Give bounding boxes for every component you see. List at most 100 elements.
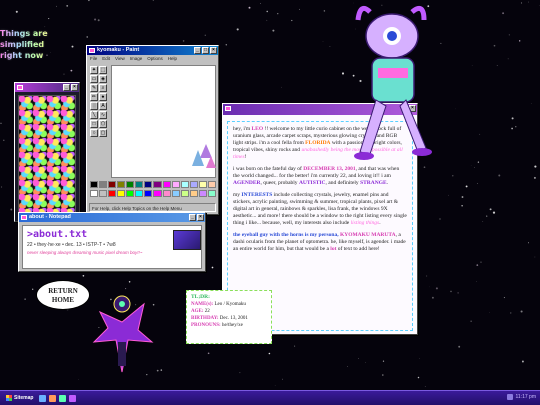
text-run: , and definitely — [325, 180, 361, 186]
menu-help[interactable]: Help — [168, 56, 177, 62]
star — [156, 369, 159, 372]
palette-swatch[interactable] — [162, 181, 171, 188]
star — [498, 174, 501, 177]
star — [88, 0, 90, 2]
notepad-taskbar-icon[interactable] — [59, 394, 67, 402]
palette-swatch[interactable] — [117, 181, 126, 188]
select-icon[interactable]: ⬚ — [99, 66, 107, 74]
paint-canvas[interactable] — [111, 65, 216, 178]
palette-swatch[interactable] — [99, 189, 108, 197]
paint-taskbar-icon[interactable] — [49, 394, 57, 402]
line-icon[interactable]: ╲ — [90, 111, 98, 119]
paint-icon — [89, 48, 95, 53]
paint-window[interactable]: kyomaku - Paint _ □ × File Edit View Ima… — [86, 45, 219, 215]
close-button[interactable]: × — [197, 214, 204, 221]
palette-swatch[interactable] — [144, 181, 153, 188]
star — [32, 288, 34, 290]
maximize-button[interactable]: □ — [202, 47, 209, 54]
star — [447, 194, 449, 196]
palette-swatch[interactable] — [99, 181, 108, 188]
return-home-line1: RETURN — [48, 287, 78, 295]
notepad-window[interactable]: about - Notepad _ × >about.txt 22 • they… — [18, 212, 206, 272]
minimize-button[interactable]: _ — [189, 214, 196, 221]
star — [511, 117, 514, 120]
jester-character-illustration — [92, 295, 154, 373]
palette-swatch[interactable] — [126, 181, 135, 188]
star — [236, 28, 239, 31]
palette-swatch[interactable] — [171, 189, 180, 197]
tldr-row: NAME(s): Leo / Kyomaku — [191, 301, 267, 308]
globe-icon[interactable] — [69, 394, 77, 402]
eraser-icon[interactable]: ▭ — [90, 75, 98, 83]
palette-swatch[interactable] — [207, 181, 216, 188]
photo-window-titlebar[interactable]: _ × — [15, 83, 79, 92]
start-button[interactable]: Sitemap — [3, 394, 36, 402]
pencil-icon[interactable]: ✏ — [90, 93, 98, 101]
polygon-icon[interactable]: ⬠ — [99, 120, 107, 128]
palette-swatch[interactable] — [108, 181, 117, 188]
fill-icon[interactable]: ◈ — [99, 75, 107, 83]
airbrush-icon[interactable]: ░ — [90, 102, 98, 110]
palette-swatch[interactable] — [180, 181, 189, 188]
minimize-button[interactable]: _ — [63, 84, 70, 91]
photo-window[interactable]: _ × — [14, 82, 80, 222]
text-icon[interactable]: A — [99, 102, 107, 110]
palette-swatch[interactable] — [189, 189, 198, 197]
palette-swatch[interactable] — [144, 189, 153, 197]
star — [419, 358, 420, 359]
close-button[interactable]: × — [71, 84, 78, 91]
folder-icon[interactable] — [39, 394, 47, 402]
palette-swatch[interactable] — [171, 181, 180, 188]
palette-swatch[interactable] — [135, 189, 144, 197]
star — [86, 36, 88, 38]
palette-swatch[interactable] — [90, 189, 99, 197]
picker-icon[interactable]: ✎ — [90, 84, 98, 92]
paint-titlebar[interactable]: kyomaku - Paint _ □ × — [87, 46, 218, 55]
palette-swatch[interactable] — [207, 189, 216, 197]
menu-edit[interactable]: Edit — [102, 56, 110, 62]
star — [511, 127, 513, 130]
highlighted-text: LEO — [251, 126, 264, 132]
tldr-value: 22 — [204, 309, 210, 314]
tldr-value: Leo / Kyomaku — [214, 302, 246, 307]
palette-swatch[interactable] — [198, 189, 207, 197]
star — [510, 312, 512, 314]
rectangle-icon[interactable]: □ — [90, 120, 98, 128]
brush-icon[interactable]: ♠ — [99, 93, 107, 101]
rounded-rect-icon[interactable]: ▢ — [99, 129, 107, 137]
header-line-1: Things are — [0, 29, 48, 38]
curve-icon[interactable]: ∿ — [99, 111, 107, 119]
star — [519, 40, 521, 42]
palette-swatch[interactable] — [162, 189, 171, 197]
highlighted-text: listing things — [350, 220, 380, 226]
notepad-titlebar[interactable]: about - Notepad _ × — [19, 213, 205, 222]
palette-swatch[interactable] — [153, 189, 162, 197]
free-select-icon[interactable]: ✦ — [90, 66, 98, 74]
menu-view[interactable]: View — [115, 56, 125, 62]
star — [502, 12, 505, 15]
menu-file[interactable]: File — [90, 56, 97, 62]
return-home-button[interactable]: RETURN HOME — [36, 280, 90, 310]
ellipse-icon[interactable]: ○ — [90, 129, 98, 137]
menu-image[interactable]: Image — [130, 56, 143, 62]
magnifier-icon[interactable]: ⌕ — [99, 84, 107, 92]
palette-swatch[interactable] — [198, 181, 207, 188]
palette-swatch[interactable] — [126, 189, 135, 197]
tldr-value: he/they/xe — [221, 323, 243, 328]
interests-paragraph: my INTERESTS include collecting crystals… — [233, 192, 407, 227]
palette-swatch[interactable] — [189, 181, 198, 188]
star — [435, 287, 438, 290]
palette-swatch[interactable] — [90, 181, 99, 188]
menu-options[interactable]: Options — [147, 56, 163, 62]
palette-swatch[interactable] — [180, 189, 189, 197]
speaker-icon[interactable] — [506, 394, 513, 400]
windows-logo-icon — [6, 395, 12, 401]
minimize-button[interactable]: _ — [194, 47, 201, 54]
star — [480, 261, 482, 263]
palette-swatch[interactable] — [153, 181, 162, 188]
close-button[interactable]: × — [210, 47, 217, 54]
palette-swatch[interactable] — [108, 189, 117, 197]
palette-swatch[interactable] — [117, 189, 126, 197]
star — [530, 102, 532, 104]
palette-swatch[interactable] — [135, 181, 144, 188]
